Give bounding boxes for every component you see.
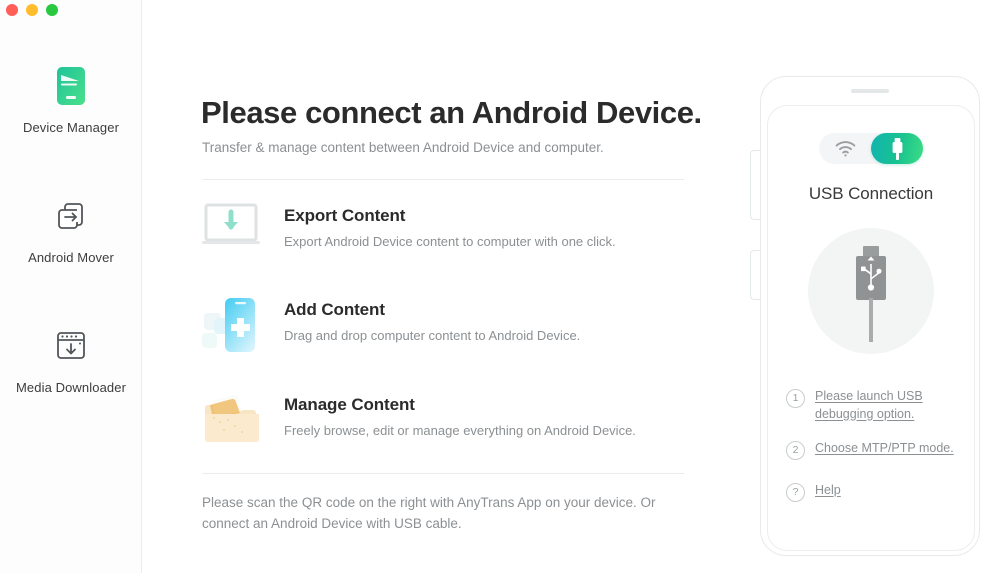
- feature-text: Manage Content Freely browse, edit or ma…: [284, 392, 636, 438]
- add-content-icon: [202, 297, 264, 353]
- divider-bottom: [202, 473, 684, 474]
- connection-title: USB Connection: [808, 184, 934, 203]
- minimize-window-button[interactable]: [26, 4, 38, 16]
- media-downloader-icon: [48, 323, 94, 369]
- feature-text: Add Content Drag and drop computer conte…: [284, 297, 580, 343]
- sidebar-item-label: Android Mover: [28, 250, 114, 265]
- maximize-window-button[interactable]: [46, 4, 58, 16]
- step-number: 1: [786, 389, 805, 408]
- feature-add-content[interactable]: Add Content Drag and drop computer conte…: [202, 297, 684, 353]
- wifi-icon[interactable]: [819, 133, 871, 164]
- usb-connector-icon: [808, 228, 934, 354]
- phone-screen: USB Connection 1 Please launch USB debug…: [767, 105, 975, 551]
- phone-panel: USB Connection 1 Please launch USB debug…: [760, 76, 980, 556]
- main-content: Please connect an Android Device. Transf…: [142, 0, 1004, 573]
- connection-hint: Please scan the QR code on the right wit…: [202, 495, 656, 531]
- divider-top: [202, 179, 684, 180]
- setup-steps: 1 Please launch USB debugging option. 2 …: [786, 388, 966, 519]
- feature-text: Export Content Export Android Device con…: [284, 203, 616, 249]
- feature-export-content[interactable]: Export Content Export Android Device con…: [202, 203, 684, 259]
- sidebar-item-device-manager[interactable]: Device Manager: [0, 63, 142, 135]
- sidebar-item-media-downloader[interactable]: Media Downloader: [0, 323, 142, 395]
- usb-plug-icon[interactable]: [871, 133, 923, 164]
- android-mover-icon: [48, 193, 94, 239]
- manage-content-icon: [202, 392, 264, 448]
- page-subtitle: Transfer & manage content between Androi…: [202, 140, 604, 155]
- sidebar: Device Manager Android Mover Media Downl…: [0, 0, 142, 573]
- page-title: Please connect an Android Device.: [201, 95, 702, 130]
- sidebar-item-label: Media Downloader: [16, 380, 126, 395]
- close-window-button[interactable]: [6, 4, 18, 16]
- export-content-icon: [202, 203, 264, 259]
- feature-title: Add Content: [284, 300, 385, 319]
- step-item[interactable]: 1 Please launch USB debugging option.: [786, 388, 966, 423]
- step-link[interactable]: Please launch USB debugging option.: [815, 388, 966, 423]
- step-link[interactable]: Choose MTP/PTP mode.: [815, 440, 954, 458]
- help-link[interactable]: Help: [815, 482, 841, 500]
- step-item[interactable]: 2 Choose MTP/PTP mode.: [786, 440, 966, 460]
- feature-desc: Freely browse, edit or manage everything…: [284, 423, 636, 438]
- phone-speaker-grille: [851, 89, 889, 93]
- app-window: Device Manager Android Mover Media Downl…: [0, 0, 1004, 573]
- help-badge: ?: [786, 483, 805, 502]
- device-manager-icon: [48, 63, 94, 109]
- sidebar-item-android-mover[interactable]: Android Mover: [0, 193, 142, 265]
- feature-desc: Export Android Device content to compute…: [284, 234, 616, 249]
- feature-title: Manage Content: [284, 395, 415, 414]
- feature-desc: Drag and drop computer content to Androi…: [284, 328, 581, 343]
- connection-mode-toggle[interactable]: [819, 133, 923, 164]
- window-traffic-lights: [6, 4, 58, 16]
- help-item[interactable]: ? Help: [786, 482, 966, 502]
- feature-title: Export Content: [284, 206, 406, 225]
- step-number: 2: [786, 441, 805, 460]
- sidebar-item-label: Device Manager: [22, 120, 120, 135]
- feature-manage-content[interactable]: Manage Content Freely browse, edit or ma…: [202, 392, 684, 448]
